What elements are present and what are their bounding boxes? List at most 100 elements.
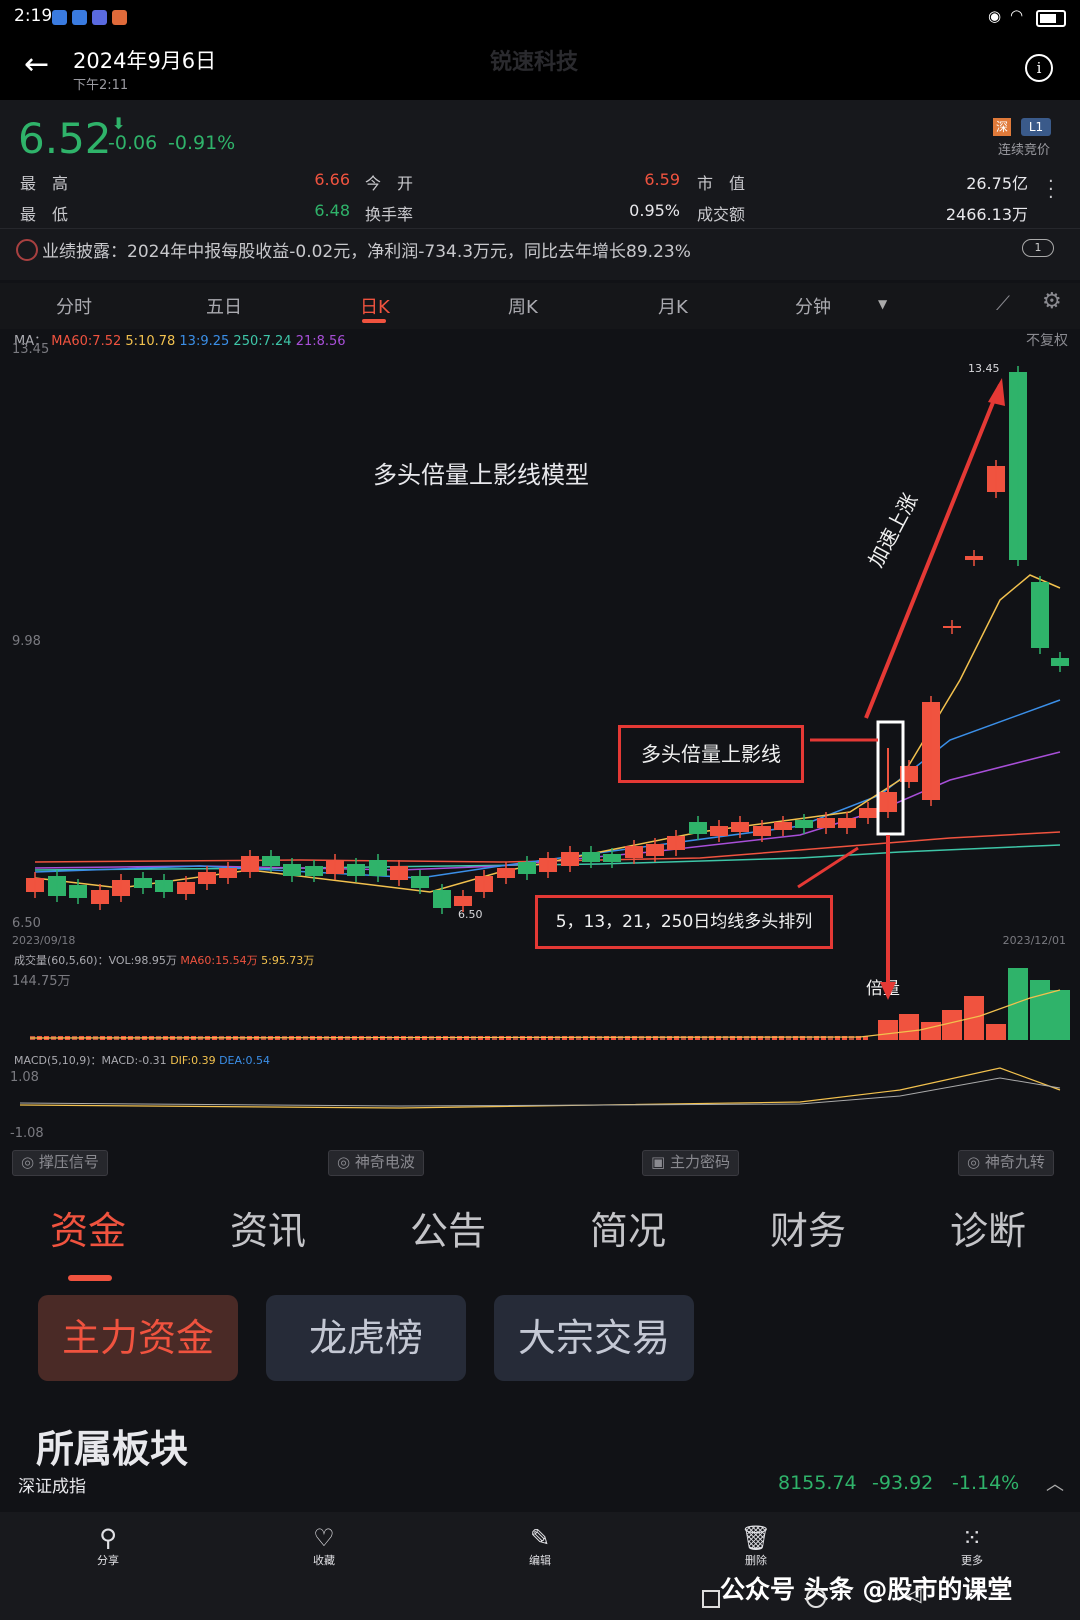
tab-finance[interactable]: 财务 (770, 1200, 846, 1255)
price-change: -0.06 (108, 132, 158, 154)
macd-dea-line (19, 1077, 1061, 1107)
nav-recent-icon[interactable] (702, 1590, 720, 1608)
volume-bar (576, 1036, 581, 1040)
volume-bar (1008, 968, 1028, 1040)
edit-label: 编辑 (529, 1554, 551, 1567)
watermark: 公众号 头条 @股市的课堂 (720, 1575, 1013, 1604)
kline-chart-area[interactable]: MA： MA60:7.52 5:10.78 13:9.25 250:7.24 2… (0, 330, 1080, 1150)
period-tabs: 分时 五日 日K 周K 月K 分钟 ▼ ⟋ ⚙ (0, 283, 1080, 329)
chevron-down-icon[interactable]: ▼ (878, 297, 887, 311)
subtab-block-trade[interactable]: 大宗交易 (494, 1295, 694, 1381)
app-notification-icon (52, 10, 67, 25)
index-value: 8155.74 (778, 1472, 857, 1494)
index-row[interactable]: 深证成指 8155.74 -93.92 -1.14% ︿ (0, 1462, 1080, 1512)
edit-button[interactable]: ✎ 编辑 (510, 1524, 570, 1568)
kline-svg (19, 366, 1070, 1109)
chevron-up-icon[interactable]: ︿ (1046, 1470, 1064, 1496)
signal-button[interactable]: ◎ 神奇九转 (958, 1150, 1054, 1176)
favorite-label: 收藏 (313, 1554, 335, 1567)
volume-bar (555, 1036, 560, 1040)
more-vertical-icon[interactable]: · · · (1048, 173, 1054, 207)
signal-button[interactable]: ◎ 神奇电波 (328, 1150, 424, 1176)
volume-bar (639, 1036, 644, 1040)
volume-bar (632, 1036, 637, 1040)
tab-intraday[interactable]: 分时 (56, 293, 92, 319)
volume-bar (569, 1036, 574, 1040)
news-ticker[interactable]: 业绩披露：2024年中报每股收益-0.02元，净利润-734.3万元，同比去年增… (42, 237, 691, 262)
volume-bar (921, 1022, 941, 1040)
open-value: 6.59 (644, 170, 680, 189)
back-arrow-icon[interactable]: ← (24, 50, 49, 80)
nav-back-icon[interactable]: ◁ (906, 1582, 921, 1606)
nav-home-icon[interactable] (806, 1588, 826, 1608)
signal-icon: ◎ (337, 1153, 355, 1171)
news-icon (16, 239, 38, 261)
amount-value: 2466.13万 (945, 205, 1028, 224)
signal-label: 神奇电波 (354, 1153, 415, 1171)
more-grid-icon: ⁙ (961, 1524, 983, 1552)
market-cap-value: 26.75亿 (966, 174, 1028, 193)
arrow-line (864, 384, 1002, 719)
high-label: 最 高 (20, 174, 69, 193)
header-date: 2024年9月6日 (73, 49, 217, 73)
subtab-dragon-tiger[interactable]: 龙虎榜 (266, 1295, 466, 1381)
signal-button[interactable]: ◎ 撑压信号 (12, 1150, 108, 1176)
share-icon: ⚲ (99, 1524, 117, 1552)
share-button[interactable]: ⚲ 分享 (78, 1524, 138, 1568)
share-label: 分享 (97, 1554, 119, 1567)
lock-icon: ▣ (651, 1153, 670, 1171)
tab-capital[interactable]: 资金 (50, 1200, 126, 1255)
delete-label: 删除 (745, 1554, 767, 1567)
news-count-badge[interactable]: 1 (1022, 239, 1054, 257)
app-notification-icon (72, 10, 87, 25)
market-cap-label: 市 值 (697, 174, 746, 193)
volume-bar (541, 1036, 546, 1040)
quote-panel: 6.52 ⬇ -0.06 -0.91% 深 L1 连续竞价 最 高 6.66 今… (0, 100, 1080, 280)
more-button[interactable]: ⁙ 更多 (942, 1524, 1002, 1568)
volume-bar (942, 1010, 962, 1040)
subtab-main-capital[interactable]: 主力资金 (38, 1295, 238, 1381)
tab-weekly-k[interactable]: 周K (508, 293, 538, 319)
tab-five-day[interactable]: 五日 (206, 293, 242, 319)
volume-bar (625, 1036, 630, 1040)
signal-button[interactable]: ▣ 主力密码 (642, 1150, 739, 1176)
tab-diagnosis[interactable]: 诊断 (950, 1200, 1026, 1255)
bottom-toolbar: ⚲ 分享 ♡ 收藏 ✎ 编辑 🗑 删除 ⁙ 更多 公众号 头条 @股市的课堂 ◁ (0, 1512, 1080, 1620)
settings-icon[interactable]: ⚙ (1042, 289, 1062, 314)
high-value: 6.66 (314, 170, 350, 189)
down-arrow-icon: ⬇ (112, 114, 126, 133)
tab-announcements[interactable]: 公告 (410, 1200, 486, 1255)
arrow-head (988, 378, 1005, 406)
volume-bar (899, 1014, 919, 1040)
level-badge[interactable]: L1 (1021, 118, 1051, 136)
line-chart-icon[interactable]: ⟋ (996, 291, 1010, 315)
trade-mode: 连续竞价 (998, 143, 1051, 158)
volume-bar (548, 1036, 553, 1040)
volume-bar (597, 1036, 602, 1040)
volume-bar (660, 1036, 665, 1040)
current-price: 6.52 (18, 114, 112, 163)
status-time: 2:19 (14, 6, 53, 26)
tab-profile[interactable]: 简况 (590, 1200, 666, 1255)
macd-dif-line (19, 1067, 1061, 1109)
index-change: -93.92 (872, 1472, 934, 1494)
turnover-label: 换手率 (365, 205, 414, 224)
volume-bar (681, 1036, 686, 1040)
tab-news[interactable]: 资讯 (230, 1200, 306, 1255)
volume-bar (667, 1036, 672, 1040)
volume-bar (583, 1036, 588, 1040)
tab-daily-k[interactable]: 日K (360, 293, 390, 319)
tab-minute[interactable]: 分钟 (795, 293, 831, 319)
volume-bar (604, 1036, 609, 1040)
favorite-button[interactable]: ♡ 收藏 (294, 1524, 354, 1568)
app-notification-icon (92, 10, 107, 25)
trash-icon: 🗑 (740, 1524, 772, 1552)
info-icon[interactable]: i (1025, 54, 1053, 82)
volume-bar (618, 1036, 623, 1040)
volume-bar (646, 1036, 651, 1040)
tab-monthly-k[interactable]: 月K (658, 293, 688, 319)
signal-icon: ◎ (21, 1153, 39, 1171)
delete-button[interactable]: 🗑 删除 (726, 1524, 786, 1568)
volume-bar (534, 1036, 539, 1040)
battery-icon (1036, 10, 1066, 27)
